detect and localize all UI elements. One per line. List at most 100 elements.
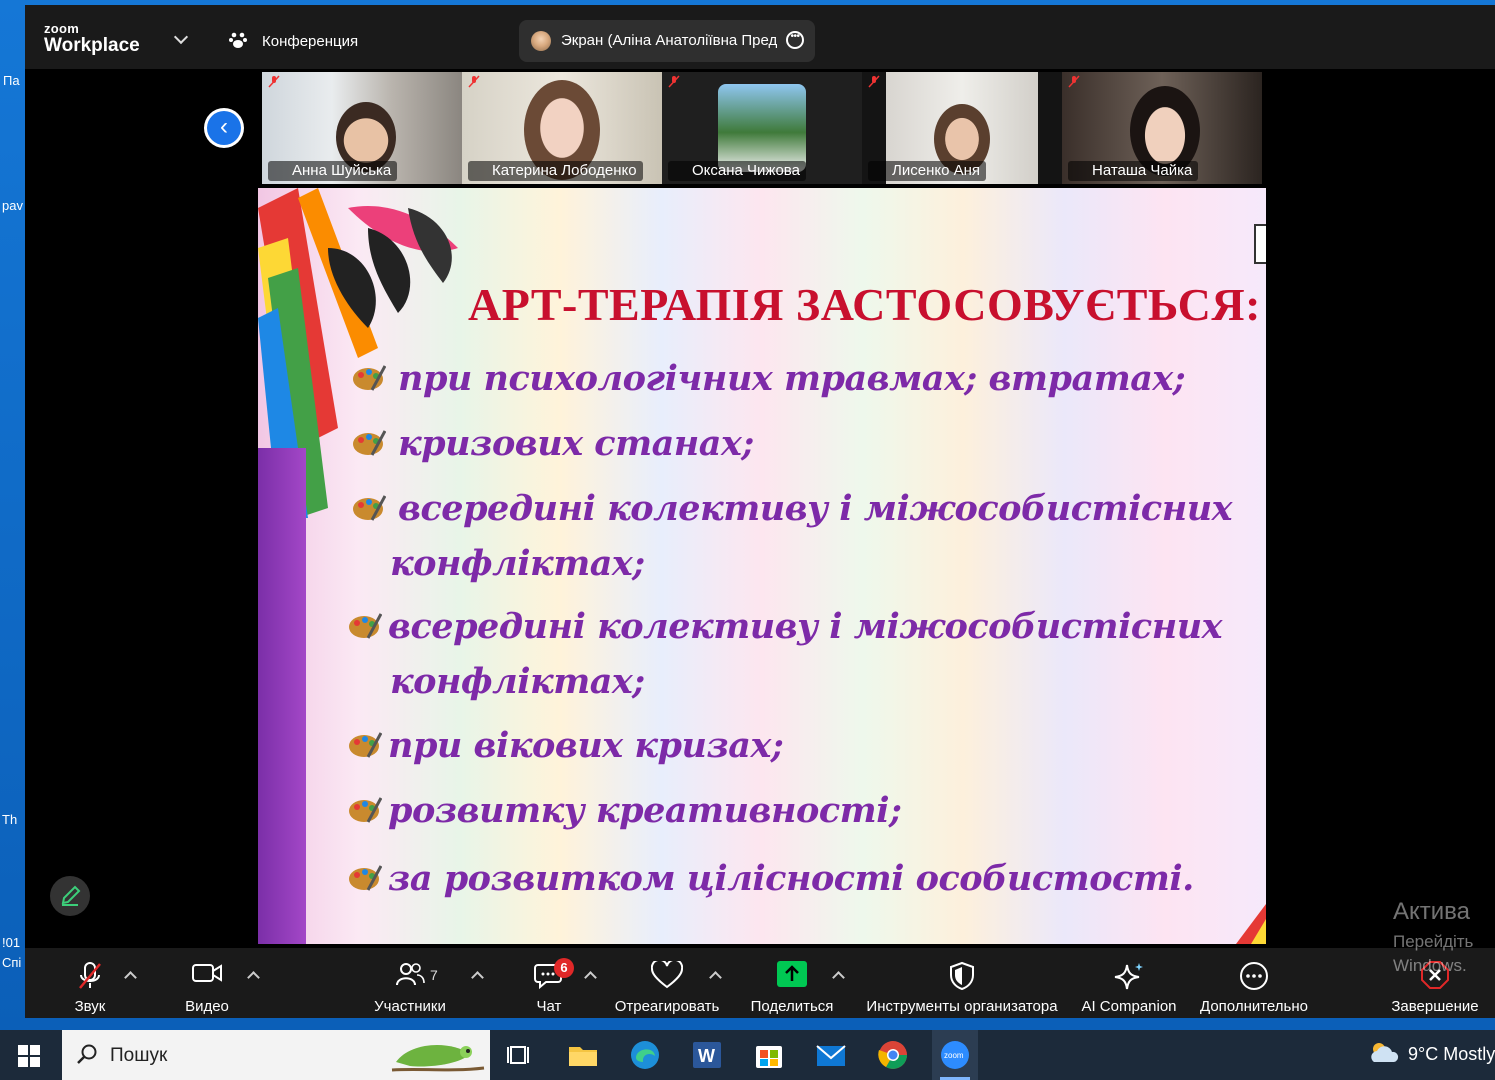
slide-bullet-text: за розвитком цілісності особистості. [388,858,1194,899]
desktop-icon-label[interactable]: Па [3,73,20,88]
palette-icon [353,365,386,391]
participant-tile[interactable]: Катерина Лободенко [462,72,662,184]
meeting-paw-icon [229,32,247,48]
participant-tile[interactable]: Наташа Чайка [1062,72,1262,184]
chevron-left-icon: ‹ [207,111,241,145]
desktop-icon-label[interactable]: Th [2,812,17,827]
share-label: Экран (Аліна Анатоліївна Пред [561,32,777,49]
zoom-logo-bottom: Workplace [44,35,140,56]
pencil-icon [61,885,81,906]
mic-muted-icon [1068,75,1080,88]
share-screen-icon [777,961,807,987]
mic-muted-icon [468,75,480,88]
video-button[interactable]: Видео [167,948,247,1018]
desktop-icon-label[interactable]: Спі [2,955,21,970]
ai-companion-label: AI Companion [1081,998,1177,1015]
slide-title: АРТ-ТЕРАПІЯ ЗАСТОСОВУЄТЬСЯ: [468,279,1261,330]
participant-tile[interactable]: Оксана Чижова [662,72,862,184]
slide-bullet-text: всередині колективу і міжособистісних [398,488,1233,529]
audio-button[interactable]: Звук [50,948,130,1018]
chevron-down-icon[interactable] [173,29,189,45]
screen-share-pill[interactable]: Экран (Аліна Анатоліївна Пред ••• [519,20,815,62]
participants-button[interactable]: Участники [365,948,455,1018]
slide-bullet: всередині колективу і міжособистісних [349,606,1223,647]
activation-line-2: Перейдіть [1393,932,1474,951]
search-icon [77,1044,97,1064]
pencils-corner-decoration [1236,904,1266,944]
participant-tile[interactable]: Анна Шуйська [262,72,462,184]
slide-bullet: розвитку креативності; [349,790,902,831]
zoom-taskbar-button[interactable]: zoom [932,1030,978,1080]
participant-name: Наташа Чайка [1068,161,1199,181]
heart-icon [651,961,683,989]
file-explorer-icon[interactable] [566,1038,600,1072]
meeting-label[interactable]: Конференция [262,33,358,50]
activation-line-1: Актива [1393,898,1471,925]
audio-label: Звук [74,998,106,1015]
word-icon[interactable]: W [690,1038,724,1072]
participants-options-caret[interactable] [471,971,484,984]
participants-label: Участники [374,998,446,1015]
slide-bullet-text: кризових станах; [398,423,754,464]
palette-icon [353,430,386,456]
participant-name: Оксана Чижова [668,161,806,181]
gallery-prev-button[interactable]: ‹ [204,108,244,148]
annotate-button[interactable] [50,876,90,916]
palette-icon [353,495,386,521]
mic-muted-icon [268,75,280,88]
mic-muted-icon [79,962,101,989]
windows-activation-watermark: Актива Перейдіть Windows. [1393,898,1473,976]
share-button[interactable]: Поделиться [747,948,837,1018]
weather-widget[interactable]: 9°C Mostly [1368,1043,1495,1065]
zoom-top-bar: zoom Workplace Конференция Экран (Аліна … [25,5,1495,69]
desktop-icon-label[interactable]: !01 [2,935,20,950]
edge-browser-icon[interactable] [628,1038,662,1072]
more-button[interactable]: Дополнительно [1195,948,1313,1018]
mic-muted-icon [868,75,880,88]
host-tools-button[interactable]: Инструменты организатора [861,948,1063,1018]
slide-bullet-text: розвитку креативності; [388,790,902,831]
sparkle-icon [1114,963,1143,990]
slide-bullet: кризових станах; [353,423,754,464]
slide-bullet-continued: конфліктах; [390,543,645,584]
slide-corner-mark [1254,224,1266,264]
zoom-app-icon: zoom [941,1041,969,1069]
cloud-sun-icon [1371,1043,1399,1062]
shield-icon [950,961,974,991]
slide-bullet-text: конфліктах; [390,661,645,702]
slide-bullet: при вікових кризах; [349,725,784,766]
chrome-icon[interactable] [876,1038,910,1072]
react-button[interactable]: Отреагировать [611,948,723,1018]
windows-taskbar: Пошук W zoom 9°C Mostly [0,1030,1495,1080]
mail-icon[interactable] [814,1038,848,1072]
chat-button[interactable]: Чат [509,948,589,1018]
palette-icon [349,865,382,891]
participants-icon [396,963,425,986]
taskbar-search-box[interactable]: Пошук [62,1030,490,1080]
ai-companion-button[interactable]: AI Companion [1077,948,1181,1018]
windows-start-icon[interactable] [18,1045,40,1067]
host-tools-label: Инструменты организатора [866,998,1058,1015]
zoom-logo-top: zoom [44,21,80,36]
participant-name: Анна Шуйська [268,161,398,181]
video-camera-icon [192,964,222,982]
participant-tile[interactable]: Лисенко Аня [862,72,1062,184]
palette-icon [349,613,382,639]
slide-bullet: при психологічних травмах; втратах; [353,358,1186,399]
shared-screen-area: АРТ-ТЕРАПІЯ ЗАСТОСОВУЄТЬСЯ: при психолог… [90,188,1434,948]
task-view-icon[interactable] [502,1038,536,1072]
slide-bullet-text: конфліктах; [390,543,645,584]
store-icon[interactable] [752,1038,786,1072]
participant-name: Лисенко Аня [868,161,987,181]
desktop-icon-label[interactable]: pav [2,198,23,213]
mic-muted-icon [668,75,680,88]
share-label-toolbar: Поделиться [750,998,834,1015]
slide-bullet-text: всередині колективу і міжособистісних [388,606,1223,647]
participants-count: 7 [430,967,438,983]
participant-name: Катерина Лободенко [468,161,643,181]
chat-unread-badge: 6 [554,958,574,978]
more-options-icon[interactable]: ••• [786,31,804,49]
svg-text:zoom: zoom [944,1051,964,1060]
weather-text: 9°C Mostly [1408,1044,1495,1064]
video-options-caret[interactable] [247,971,260,984]
